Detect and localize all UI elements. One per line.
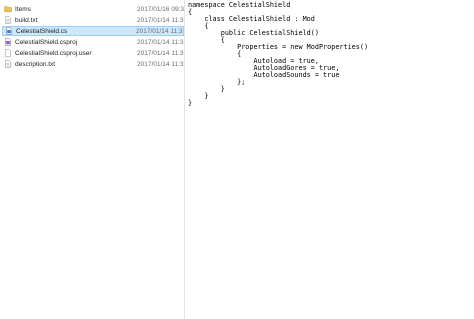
file-date: 2017/01/14 11:37	[136, 27, 183, 35]
text-file-icon	[5, 16, 11, 24]
folder-icon	[4, 6, 12, 13]
file-row-items[interactable]: Items 2017/01/16 09:30	[2, 4, 184, 14]
file-name: Items	[15, 5, 31, 13]
file-date: 2017/01/14 11:37	[137, 49, 184, 57]
code-editor[interactable]: namespace CelestialShield { class Celest…	[186, 0, 474, 319]
file-row-description-txt[interactable]: description.txt 2017/01/14 11:37	[2, 59, 184, 69]
file-name: CelestialShield.csproj	[15, 38, 78, 46]
file-name: build.txt	[15, 16, 38, 24]
file-row-celestialshield-cs[interactable]: CelestialShield.cs 2017/01/14 11:37	[2, 26, 184, 36]
code-line: namespace CelestialShield	[188, 1, 291, 9]
file-row-build-txt[interactable]: build.txt 2017/01/14 11:37	[2, 15, 184, 25]
file-list-pane: Items 2017/01/16 09:30 build.txt 2017/01…	[0, 0, 185, 319]
user-file-icon	[5, 49, 11, 57]
file-name: description.txt	[15, 60, 56, 68]
file-row-celestialshield-csproj-user[interactable]: CelestialShield.csproj.user 2017/01/14 1…	[2, 48, 184, 58]
file-row-celestialshield-csproj[interactable]: CelestialShield.csproj 2017/01/14 11:37	[2, 37, 184, 47]
file-name: CelestialShield.cs	[16, 27, 68, 35]
csproj-file-icon	[5, 38, 11, 46]
file-date: 2017/01/16 09:30	[137, 5, 184, 13]
editor-window: Items 2017/01/16 09:30 build.txt 2017/01…	[0, 0, 474, 319]
file-date: 2017/01/14 11:37	[137, 60, 184, 68]
file-name: CelestialShield.csproj.user	[15, 49, 92, 57]
file-date: 2017/01/14 11:37	[137, 16, 184, 24]
cs-file-icon	[6, 27, 12, 35]
file-date: 2017/01/14 11:37	[137, 38, 184, 46]
text-file-icon	[5, 60, 11, 68]
code-line: }	[188, 99, 193, 107]
